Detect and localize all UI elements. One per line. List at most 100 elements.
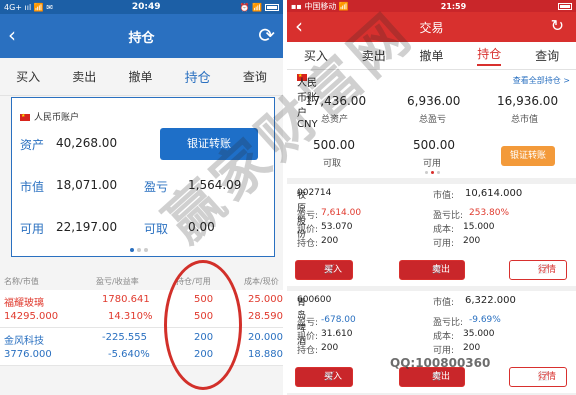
tab-query[interactable]: 查询 <box>535 47 559 64</box>
profit-ratio-value: -9.69% <box>469 315 501 325</box>
nav-bar: ‹ 交易 ↻ <box>287 12 576 42</box>
status-time: 21:59 <box>440 1 467 11</box>
account-card: 人民币账户 资产 40,268.00 银证转账 市值 18,071.00 盈亏 … <box>11 97 275 257</box>
total-market-value-label: 总市值 <box>511 115 539 125</box>
quote-button[interactable]: 📈 行情 <box>509 260 567 280</box>
available-value: 500.00 <box>413 138 455 152</box>
market-value: 18,071.00 <box>56 178 118 192</box>
total-assets-value: 17,436.00 <box>305 94 367 108</box>
page-indicator <box>130 248 148 252</box>
page-title: 持仓 <box>128 30 155 46</box>
tab-buy[interactable]: 买入 <box>16 68 40 85</box>
position-card[interactable]: 牧原股份 002714 市值: 10,614.000 盈亏: 7,614.00 … <box>287 184 576 286</box>
status-icons: ⏰ 📶 <box>240 3 279 12</box>
bank-transfer-button[interactable]: 银证转账 <box>160 128 258 160</box>
position-card[interactable]: 青岛啤酒 600600 市值: 6,322.000 盈亏: -678.00 盈亏… <box>287 291 576 393</box>
view-all-holdings-link[interactable]: 查看全部持仓 > <box>513 75 570 86</box>
tab-sell[interactable]: 卖出 <box>362 47 386 64</box>
trade-tabs: 买入 卖出 撤单 持仓 查询 <box>287 42 576 70</box>
status-time: 20:49 <box>131 2 161 12</box>
profit-value: 1,564.09 <box>188 178 242 192</box>
account-name: 人民币账户 <box>20 110 79 123</box>
tab-sell[interactable]: 卖出 <box>72 68 96 85</box>
price-label: 现价: <box>297 225 319 235</box>
status-bar: 4G+ ııl 📶 ✉ 20:49 ⏰ 📶 <box>0 0 283 14</box>
profit-ratio-value: 253.80% <box>469 208 510 218</box>
holding-label: 持仓: <box>297 346 319 356</box>
tab-query[interactable]: 查询 <box>243 68 267 85</box>
stock-market-value: 3776.000 <box>4 349 52 360</box>
total-profit-label: 总盈亏 <box>419 115 447 125</box>
nav-bar: ‹ 持仓 ⟳ <box>0 14 283 58</box>
profit-ratio-label: 盈亏比: <box>433 318 464 328</box>
tab-holdings[interactable]: 持仓 <box>477 45 502 66</box>
trade-tabs: 买入 卖出 撤单 持仓 查询 <box>0 58 283 96</box>
left-phone-screen: 4G+ ııl 📶 ✉ 20:49 ⏰ 📶 ‹ 持仓 ⟳ 买入 卖出 撤单 持仓… <box>0 0 283 395</box>
stock-name: 金风科技 <box>4 336 44 347</box>
quote-label: 行情 <box>538 265 557 275</box>
right-phone-screen: ▪▪ 中国移动 📶 21:59 ‹ 交易 ↻ 买入 卖出 撤单 持仓 查询 人民… <box>287 0 576 395</box>
buy-button[interactable]: 🛒 买入 <box>295 260 353 280</box>
col-cost: 成本/现价 <box>244 277 279 286</box>
cost-value: 35.000 <box>463 329 495 339</box>
sell-label: 卖出 <box>432 265 451 275</box>
col-name: 名称/市值 <box>4 277 39 286</box>
available-label: 可用: <box>433 239 455 249</box>
sell-button[interactable]: 🛒 卖出 <box>399 260 465 280</box>
tab-cancel[interactable]: 撤单 <box>128 68 152 85</box>
available-row: 可用 22,197.00 可取 0.00 <box>12 220 274 240</box>
total-profit-value: 6,936.00 <box>407 94 461 108</box>
stock-rate: -5.640% <box>108 349 150 360</box>
available-value: 22,197.00 <box>56 220 118 234</box>
holdings-table-header: 名称/市值 盈亏/收益率 持仓/可用 成本/现价 <box>0 272 283 290</box>
assets-label: 资产 <box>20 138 45 152</box>
available-value: 200 <box>463 343 481 353</box>
buy-label: 买入 <box>324 372 343 382</box>
total-market-value: 16,936.00 <box>497 94 559 108</box>
price-value: 53.070 <box>321 222 353 232</box>
account-label: 人民币账户 <box>34 113 80 123</box>
market-value-row: 市值 18,071.00 盈亏 1,564.09 <box>12 178 274 198</box>
bank-transfer-button[interactable]: 银证转账 <box>501 146 555 166</box>
profit-value: 7,614.00 <box>321 208 362 218</box>
red-annotation-circle <box>164 260 242 390</box>
status-icons <box>558 2 572 10</box>
page-title: 交易 <box>419 20 444 35</box>
stock-code: 600600 <box>297 295 332 305</box>
cost-label: 成本: <box>433 332 455 342</box>
battery-icon <box>558 2 572 10</box>
back-chevron-icon[interactable]: ‹ <box>295 15 303 37</box>
tab-buy[interactable]: 买入 <box>304 47 328 64</box>
stock-cost: 20.000 <box>248 332 283 343</box>
available-label: 可用: <box>433 346 455 356</box>
buy-label: 买入 <box>324 265 343 275</box>
alarm-wifi-icon: ⏰ 📶 <box>239 2 262 12</box>
stock-price: 28.590 <box>248 311 283 322</box>
buy-button[interactable]: 🛒 买入 <box>295 367 353 387</box>
price-value: 31.610 <box>321 329 353 339</box>
back-chevron-icon[interactable]: ‹ <box>8 24 16 46</box>
profit-label: 盈亏: <box>297 318 319 328</box>
carrier-text: 4G+ ııl 📶 ✉ <box>4 2 53 12</box>
battery-icon <box>265 3 279 11</box>
stock-name: 福耀玻璃 <box>4 298 44 309</box>
refresh-icon[interactable]: ⟳ <box>258 24 275 46</box>
page-indicator <box>425 171 440 174</box>
profit-label: 盈亏 <box>144 180 169 194</box>
refresh-icon[interactable]: ↻ <box>551 17 564 35</box>
market-value: 10,614.000 <box>465 188 523 199</box>
stock-rate: 14.310% <box>108 311 153 322</box>
sell-button[interactable]: 🛒 卖出 <box>399 367 465 387</box>
profit-label: 盈亏: <box>297 211 319 221</box>
total-assets-label: 总资产 <box>321 115 349 125</box>
stock-cost: 25.000 <box>248 294 283 305</box>
tab-holdings[interactable]: 持仓 <box>185 67 211 86</box>
stock-code: 002714 <box>297 188 332 198</box>
tab-cancel[interactable]: 撤单 <box>419 47 443 64</box>
withdrawable-value: 500.00 <box>313 138 355 152</box>
withdrawable-value: 0.00 <box>188 220 215 234</box>
quote-button[interactable]: 📈 行情 <box>509 367 567 387</box>
available-value: 200 <box>463 236 481 246</box>
assets-value: 40,268.00 <box>56 136 118 150</box>
available-label: 可用 <box>20 222 45 236</box>
